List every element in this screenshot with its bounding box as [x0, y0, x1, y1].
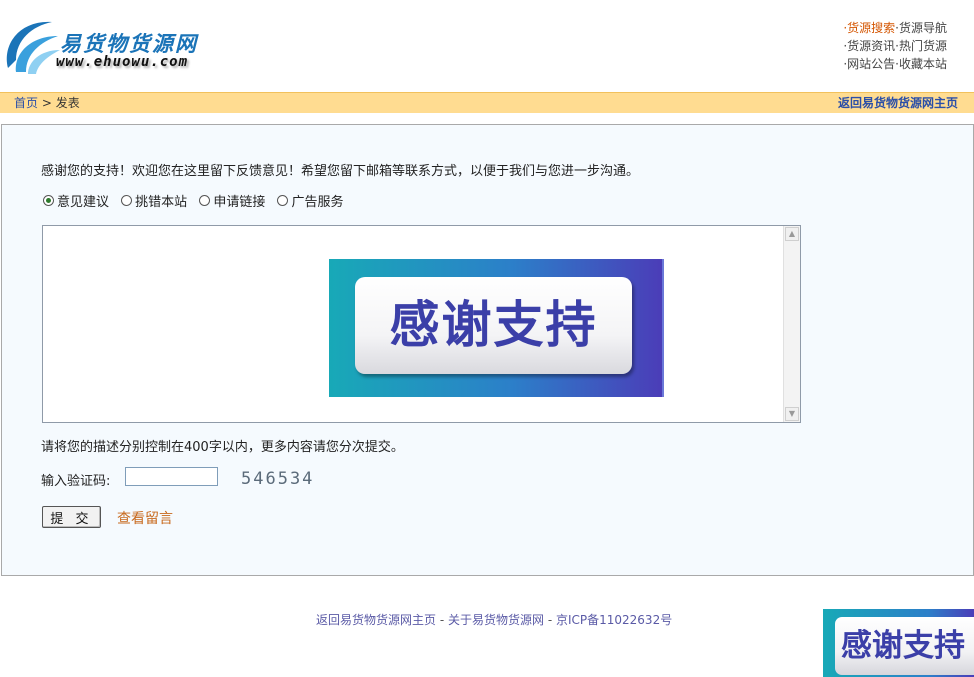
corner-thanks-text: 感谢支持	[835, 617, 974, 675]
breadcrumb: 首页 > 发表	[14, 93, 80, 113]
radio-ad-service-label: 广告服务	[291, 195, 344, 210]
captcha-code: 546534	[241, 469, 315, 489]
radio-apply-link-label: 申请链接	[213, 195, 266, 210]
feedback-type-group: 意见建议 挑错本站 申请链接 广告服务	[43, 191, 351, 210]
radio-suggestion-label: 意见建议	[57, 195, 110, 210]
header: 易货物货源网 www.ehuowu.com ·货源搜索·货源导航 ·货源资讯·热…	[0, 0, 974, 92]
submit-button[interactable]: 提 交	[42, 506, 101, 528]
footer-separator: -	[436, 613, 448, 627]
breadcrumb-current: 发表	[55, 96, 80, 110]
quick-links: ·货源搜索·货源导航 ·货源资讯·热门货源 ·网站公告·收藏本站	[827, 19, 947, 73]
radio-apply-link-circle[interactable]	[199, 195, 211, 206]
link-announcements[interactable]: ·网站公告	[843, 57, 895, 71]
feedback-panel: 感谢您的支持！欢迎您在这里留下反馈意见！希望您留下邮箱等联系方式，以便于我们与您…	[1, 124, 974, 576]
footer-separator: -	[544, 613, 556, 627]
footer-icp-link[interactable]: 京ICP备11022632号	[556, 613, 672, 627]
breadcrumb-bar: 首页 > 发表 返回易货物货源网主页	[0, 92, 974, 113]
corner-thanks-banner[interactable]: 感谢支持	[823, 609, 974, 677]
back-to-home-link[interactable]: 返回易货物货源网主页	[838, 93, 958, 113]
radio-suggestion-circle[interactable]	[43, 195, 54, 206]
link-source-search[interactable]: ·货源搜索	[843, 21, 895, 35]
breadcrumb-separator: >	[38, 96, 56, 110]
footer: 返回易货物货源网主页 - 关于易货物货源网 - 京ICP备11022632号	[316, 611, 672, 628]
radio-report-error[interactable]: 挑错本站	[121, 191, 187, 210]
site-logo[interactable]: 易货物货源网 www.ehuowu.com	[2, 14, 212, 84]
radio-report-error-label: 挑错本站	[135, 195, 188, 210]
link-bookmark-site[interactable]: ·收藏本站	[895, 57, 947, 71]
length-limit-note: 请将您的描述分别控制在400字以内，更多内容请您分次提交。	[41, 440, 404, 455]
footer-about-link[interactable]: 关于易货物货源网	[448, 613, 544, 627]
footer-home-link[interactable]: 返回易货物货源网主页	[316, 613, 436, 627]
link-source-news[interactable]: ·货源资讯	[843, 39, 895, 53]
scroll-down-arrow-icon[interactable]: ▼	[785, 407, 799, 421]
thanks-support-text: 感谢支持	[355, 277, 632, 374]
logo-swirl-icon	[6, 21, 60, 74]
radio-ad-service[interactable]: 广告服务	[277, 191, 343, 210]
captcha-label: 输入验证码:	[41, 474, 111, 489]
radio-suggestion[interactable]: 意见建议	[43, 191, 109, 210]
radio-ad-service-circle[interactable]	[277, 195, 289, 206]
captcha-input[interactable]	[125, 467, 218, 486]
breadcrumb-home-link[interactable]: 首页	[14, 96, 38, 110]
intro-text: 感谢您的支持！欢迎您在这里留下反馈意见！希望您留下邮箱等联系方式，以便于我们与您…	[41, 164, 640, 179]
scroll-up-arrow-icon[interactable]: ▲	[785, 227, 799, 241]
textarea-scrollbar[interactable]: ▲ ▼	[783, 226, 800, 422]
view-messages-link[interactable]: 查看留言	[117, 508, 173, 528]
radio-report-error-circle[interactable]	[121, 195, 133, 206]
thanks-support-image: 感谢支持	[329, 259, 664, 397]
feedback-textarea[interactable]: 感谢支持 ▲ ▼	[42, 225, 801, 423]
logo-url: www.ehuowu.com	[56, 54, 189, 70]
link-hot-sources[interactable]: ·热门货源	[895, 39, 947, 53]
radio-apply-link[interactable]: 申请链接	[199, 191, 265, 210]
link-source-nav[interactable]: ·货源导航	[895, 21, 947, 35]
